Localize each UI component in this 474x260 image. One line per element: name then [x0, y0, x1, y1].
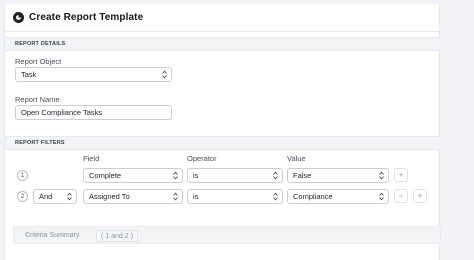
- select-caret-icon: [67, 192, 72, 201]
- value-column-header: Value: [287, 154, 306, 163]
- report-template-panel: Create Report Template REPORT DETAILS Re…: [4, 4, 441, 260]
- select-caret-icon: [173, 192, 178, 201]
- remove-filter-button[interactable]: −: [394, 189, 408, 203]
- filter-operator-value: is: [193, 192, 199, 201]
- criteria-summary-field[interactable]: ( 1 and 2 ): [96, 230, 138, 242]
- filter-field-value: Assigned To: [89, 192, 130, 201]
- section-title-details: REPORT DETAILS: [15, 41, 66, 47]
- select-caret-icon: [379, 192, 384, 201]
- report-name-label: Report Name: [15, 95, 60, 104]
- filter-field-select[interactable]: Assigned To: [83, 189, 183, 204]
- report-icon: [13, 12, 24, 23]
- section-title-filters: REPORT FILTERS: [15, 140, 65, 146]
- filter-operator-value: is: [193, 171, 199, 180]
- add-filter-button[interactable]: +: [413, 189, 427, 203]
- filter-conjunction-select[interactable]: And: [33, 189, 77, 204]
- report-object-value: Task: [21, 70, 37, 79]
- filter-row-number: 1: [17, 170, 28, 181]
- page-title: Create Report Template: [29, 12, 144, 23]
- report-details-section: REPORT DETAILS: [5, 37, 441, 51]
- plus-icon: +: [398, 169, 404, 180]
- minus-icon: −: [398, 190, 404, 201]
- select-caret-icon: [273, 171, 278, 180]
- criteria-summary-bar: Criteria Summary ( 1 and 2 ): [13, 226, 441, 244]
- select-caret-icon: [162, 70, 167, 79]
- report-filters-section: REPORT FILTERS: [5, 136, 441, 150]
- plus-icon: +: [417, 190, 423, 201]
- filter-row-number: 2: [17, 191, 28, 202]
- select-caret-icon: [173, 171, 178, 180]
- select-caret-icon: [379, 171, 384, 180]
- report-object-select[interactable]: Task: [15, 67, 172, 82]
- filter-operator-select[interactable]: is: [187, 189, 283, 204]
- report-object-label: Report Object: [15, 57, 62, 66]
- filter-conjunction-value: And: [39, 192, 53, 201]
- filter-field-value: Complete: [89, 171, 122, 180]
- add-filter-button[interactable]: +: [394, 168, 408, 182]
- filter-value-select[interactable]: False: [287, 168, 389, 183]
- criteria-summary-label: Criteria Summary: [25, 232, 80, 239]
- report-name-field[interactable]: Open Compliance Tasks: [15, 105, 172, 120]
- panel-header: Create Report Template: [5, 4, 441, 32]
- operator-column-header: Operator: [187, 154, 217, 163]
- select-caret-icon: [273, 192, 278, 201]
- filter-value-select[interactable]: Compliance: [287, 189, 389, 204]
- filter-value-value: False: [293, 171, 312, 180]
- filter-value-value: Compliance: [293, 192, 333, 201]
- filter-operator-select[interactable]: is: [187, 168, 283, 183]
- report-name-value: Open Compliance Tasks: [21, 108, 103, 117]
- field-column-header: Field: [83, 154, 100, 163]
- filter-field-select[interactable]: Complete: [83, 168, 183, 183]
